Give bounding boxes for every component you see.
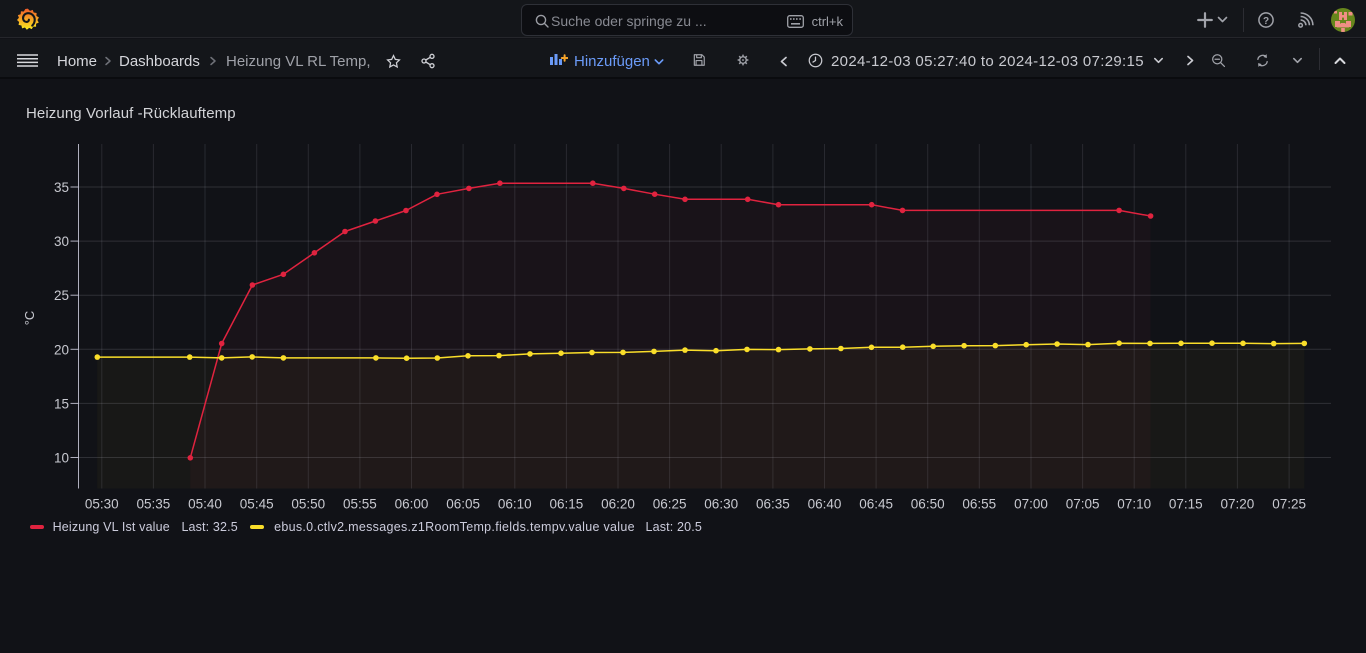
svg-text:30: 30: [54, 234, 69, 249]
svg-text:07:05: 07:05: [1066, 497, 1100, 512]
svg-text:06:40: 06:40: [808, 497, 842, 512]
svg-text:05:50: 05:50: [291, 497, 325, 512]
svg-text:07:00: 07:00: [1014, 497, 1048, 512]
svg-text:06:25: 06:25: [653, 497, 687, 512]
svg-text:06:50: 06:50: [911, 497, 945, 512]
svg-text:06:45: 06:45: [859, 497, 893, 512]
svg-text:°C: °C: [22, 311, 37, 326]
svg-text:25: 25: [54, 288, 69, 303]
svg-text:15: 15: [54, 396, 69, 411]
svg-text:05:45: 05:45: [240, 497, 274, 512]
svg-text:05:55: 05:55: [343, 497, 377, 512]
svg-text:06:35: 06:35: [756, 497, 790, 512]
svg-text:06:00: 06:00: [395, 497, 429, 512]
svg-text:05:35: 05:35: [137, 497, 171, 512]
svg-text:06:15: 06:15: [550, 497, 584, 512]
svg-text:07:15: 07:15: [1169, 497, 1203, 512]
svg-text:20: 20: [54, 342, 69, 357]
svg-text:06:30: 06:30: [704, 497, 738, 512]
svg-text:07:20: 07:20: [1221, 497, 1255, 512]
svg-text:07:25: 07:25: [1272, 497, 1306, 512]
svg-text:35: 35: [54, 180, 69, 195]
svg-text:05:30: 05:30: [85, 497, 119, 512]
svg-text:?: ?: [1263, 16, 1269, 27]
svg-text:10: 10: [54, 451, 69, 466]
svg-text:06:10: 06:10: [498, 497, 532, 512]
svg-text:05:40: 05:40: [188, 497, 222, 512]
svg-text:06:05: 06:05: [446, 497, 480, 512]
svg-text:06:55: 06:55: [962, 497, 996, 512]
svg-text:06:20: 06:20: [601, 497, 635, 512]
svg-text:07:10: 07:10: [1117, 497, 1151, 512]
